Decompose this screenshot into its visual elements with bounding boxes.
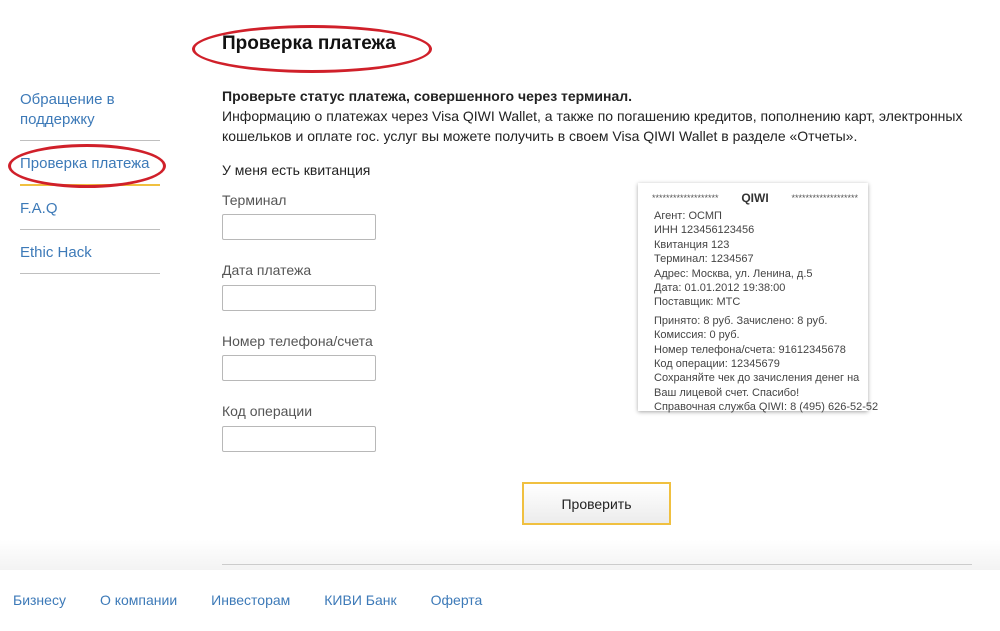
payment-date-label: Дата платежа	[222, 262, 312, 278]
footer-links: Бизнесу О компании Инвесторам КИВИ Банк …	[13, 592, 516, 608]
footer-link-investors[interactable]: Инвесторам	[211, 592, 290, 608]
page: Обращение в поддержку Проверка платежа F…	[0, 0, 1000, 631]
footer-link-kiwi-bank[interactable]: КИВИ Банк	[324, 592, 396, 608]
receipt-line: Справочная служба QIWI: 8 (495) 626-52-5…	[654, 401, 879, 414]
receipt-brand: QIWI	[741, 191, 769, 205]
receipt-line: Дата: 01.01.2012 19:38:00	[654, 282, 786, 295]
receipt-line: Код операции: 12345679	[654, 358, 780, 371]
terminal-label: Терминал	[222, 192, 287, 208]
check-button[interactable]: Проверить	[522, 482, 671, 525]
receipt-line: Терминал: 1234567	[654, 253, 754, 266]
intro-heading: Проверьте статус платежа, совершенного ч…	[222, 88, 633, 104]
receipt-sample: ******************* QIWI ***************…	[638, 183, 878, 413]
receipt-stars-left: *******************	[652, 193, 719, 203]
form-heading: У меня есть квитанция	[222, 162, 371, 178]
payment-date-input[interactable]	[222, 285, 376, 311]
page-title: Проверка платежа	[222, 33, 396, 54]
receipt-stars-right: *******************	[791, 193, 858, 203]
sidebar: Обращение в поддержку Проверка платежа F…	[20, 90, 160, 287]
sidebar-item-ethic-hack[interactable]: Ethic Hack	[20, 243, 160, 274]
terminal-input[interactable]	[222, 214, 376, 240]
phone-account-label: Номер телефона/счета	[222, 333, 373, 349]
footer-divider	[222, 564, 972, 565]
intro-description: Информацию о платежах через Visa QIWI Wa…	[222, 108, 963, 144]
sidebar-item-payment-check[interactable]: Проверка платежа	[20, 154, 160, 186]
intro-text: Проверьте статус платежа, совершенного ч…	[222, 86, 982, 146]
footer-link-about[interactable]: О компании	[100, 592, 177, 608]
receipt-lines: Агент: ОСМП ИНН 123456123456 Квитанция 1…	[638, 207, 879, 415]
sidebar-item-faq[interactable]: F.A.Q	[20, 199, 160, 230]
receipt-line: Агент: ОСМП	[654, 210, 722, 222]
receipt-line: ИНН 123456123456	[654, 224, 755, 237]
receipt-line: Сохраняйте чек до зачисления денег на	[654, 372, 860, 385]
sidebar-item-support[interactable]: Обращение в поддержку	[20, 90, 160, 141]
receipt-header: ******************* QIWI ***************…	[638, 183, 868, 207]
operation-code-label: Код операции	[222, 403, 313, 419]
footer-link-offer[interactable]: Оферта	[431, 592, 483, 608]
phone-account-input[interactable]	[222, 355, 376, 381]
receipt-line: Номер телефона/счета: 91612345678	[654, 343, 846, 356]
receipt-line: Комиссия: 0 руб.	[654, 329, 740, 342]
receipt-line: Принято: 8 руб. Зачислено: 8 руб.	[654, 314, 828, 327]
footer-link-business[interactable]: Бизнесу	[13, 592, 66, 608]
footer: Бизнесу О компании Инвесторам КИВИ Банк …	[0, 570, 1000, 631]
receipt-line: Квитанция 123	[654, 238, 730, 251]
receipt-line: Ваш лицевой счет. Спасибо!	[654, 386, 800, 399]
operation-code-input[interactable]	[222, 426, 376, 452]
receipt-line: Поставщик: МТС	[654, 296, 741, 309]
receipt-line: Адрес: Москва, ул. Ленина, д.5	[654, 267, 813, 280]
footer-shadow	[0, 540, 1000, 570]
